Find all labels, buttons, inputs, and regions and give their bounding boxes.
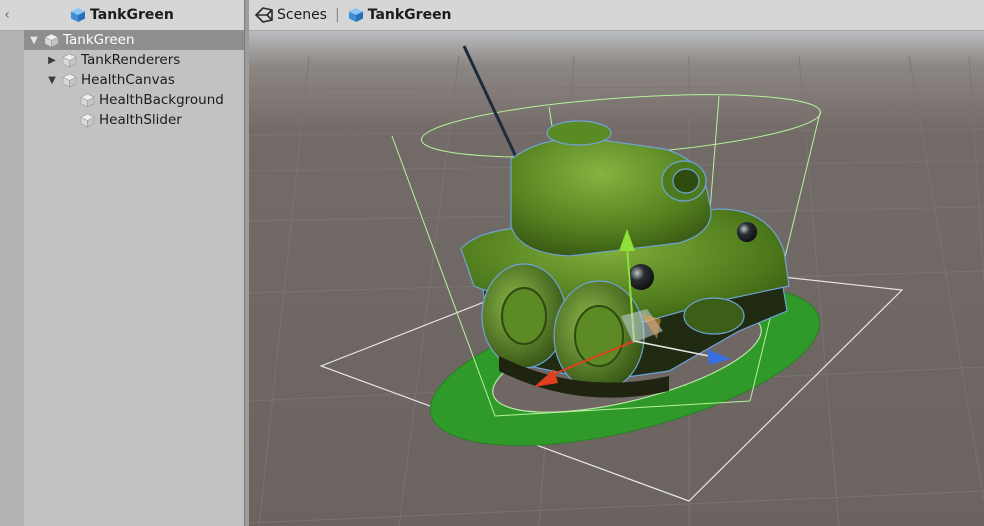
prefab-title: TankGreen [70, 6, 174, 24]
gameobject-icon [62, 73, 77, 88]
gameobject-icon [80, 113, 95, 128]
chevron-left-icon[interactable]: ‹ [0, 6, 14, 24]
unity-logo-icon [255, 7, 273, 23]
hierarchy-panel: ‹ TankGreen ▼ TankGreen ▶ TankRenderers [0, 0, 247, 526]
foldout-collapsed-icon[interactable]: ▶ [46, 55, 58, 66]
breadcrumb-prefab[interactable]: TankGreen [368, 7, 452, 23]
prefab-cube-icon [71, 8, 85, 22]
foldout-expanded-icon[interactable]: ▼ [46, 75, 58, 86]
breadcrumb: Scenes | TankGreen [255, 6, 452, 24]
tank-headlight-left [628, 264, 654, 290]
prefab-cube-icon [348, 8, 363, 22]
tree-item-label: TankGreen [63, 32, 135, 48]
foldout-expanded-icon[interactable]: ▼ [28, 35, 40, 46]
hierarchy-header: ‹ TankGreen [0, 0, 244, 31]
tree-item-tankgreen[interactable]: ▼ TankGreen [24, 30, 247, 50]
hierarchy-gutter [0, 31, 24, 526]
tree-item-label: HealthSlider [99, 112, 182, 128]
breadcrumb-separator: | [334, 7, 340, 23]
tree-item-label: HealthCanvas [81, 72, 175, 88]
scene-header: Scenes | TankGreen [249, 0, 984, 31]
tree-item-label: TankRenderers [81, 52, 181, 68]
hierarchy-title: TankGreen [90, 7, 174, 23]
tree-item-healthcanvas[interactable]: ▼ HealthCanvas [46, 70, 243, 90]
gameobject-icon [44, 33, 59, 48]
tank-headlight-right [737, 222, 757, 242]
breadcrumb-scenes[interactable]: Scenes [277, 7, 327, 23]
tree-item-label: HealthBackground [99, 92, 224, 108]
tree-item-tankrenderers[interactable]: ▶ TankRenderers [46, 50, 243, 70]
tree-item-healthbackground[interactable]: HealthBackground [80, 90, 243, 110]
scene-canvas[interactable] [249, 31, 984, 526]
gameobject-icon [62, 53, 77, 68]
gameobject-icon [80, 93, 95, 108]
scene-viewport[interactable] [249, 31, 984, 526]
tree-item-healthslider[interactable]: HealthSlider [80, 110, 243, 130]
